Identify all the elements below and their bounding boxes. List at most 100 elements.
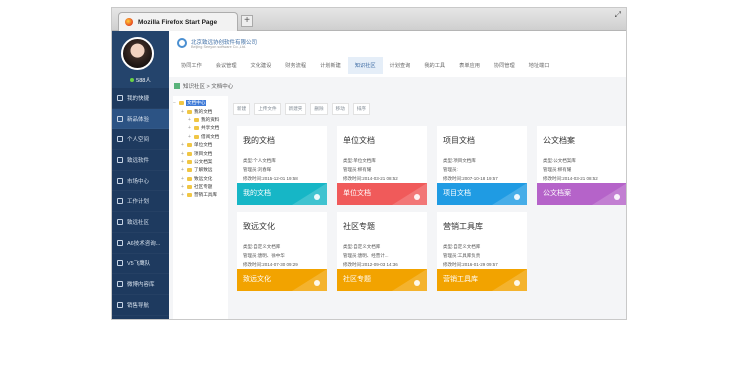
gear-icon[interactable] xyxy=(514,194,520,200)
gear-icon[interactable] xyxy=(614,194,620,200)
sidebar-item-label: 个人空间 xyxy=(127,137,150,144)
nav-tab[interactable]: 会议管理 xyxy=(209,57,244,74)
sidebar-item-label: A6技术咨询... xyxy=(127,240,161,247)
tree-node[interactable]: + 单位文档 xyxy=(173,141,228,149)
document-library-card[interactable]: 单位文档 类型:单位文档库 管理员:柳有耀 修改时间:2014-03-21 08… xyxy=(337,126,427,205)
tree-expand-icon[interactable]: + xyxy=(181,109,185,115)
home-icon[interactable] xyxy=(174,82,180,89)
card-type: 类型:自定义文档库 xyxy=(343,244,381,249)
nav-tab[interactable]: 我的工具 xyxy=(417,57,452,74)
card-ribbon-label: 我的文档 xyxy=(243,190,271,197)
document-library-card[interactable]: 社区专题 类型:自定义文档库 管理员:唐明、经营计... 修改时间:2012-0… xyxy=(337,212,427,291)
tree-expand-icon[interactable]: + xyxy=(188,134,192,140)
gear-icon[interactable] xyxy=(414,280,420,286)
sidebar-item[interactable]: 新品体验 xyxy=(112,108,169,130)
sidebar-item-label: 微博内容库 xyxy=(127,282,155,289)
sidebar-item[interactable]: 工作计划 xyxy=(112,191,169,212)
breadcrumb-text: 知识社区 > 文档中心 xyxy=(183,83,234,90)
card-type: 类型:单位文档库 xyxy=(343,158,376,163)
toolbar-button[interactable]: 排序 xyxy=(352,103,370,115)
sidebar-item-label: 致远软件 xyxy=(127,157,150,164)
sidebar-item-icon xyxy=(117,218,123,225)
card-modified: 修改时间:2014-07-30 09:29 xyxy=(243,262,298,267)
tree-expand-icon[interactable]: + xyxy=(188,117,192,123)
tree-expand-icon[interactable]: + xyxy=(181,142,185,148)
gear-icon[interactable] xyxy=(314,194,320,200)
sidebar-item-label: 新品体验 xyxy=(127,116,150,123)
tree-expand-icon[interactable]: + xyxy=(188,125,192,131)
card-modified: 修改时间:2012-09-03 14:36 xyxy=(343,262,398,267)
sidebar-item[interactable]: 致远软件 xyxy=(112,150,169,171)
new-tab-button[interactable]: + xyxy=(241,15,253,27)
tree-expand-icon[interactable]: + xyxy=(181,184,185,190)
tree-node[interactable]: + 我的资料 xyxy=(173,116,228,124)
tree-node[interactable]: − 文档中心 xyxy=(173,99,228,107)
sidebar-item-icon xyxy=(117,177,123,184)
sidebar-item[interactable]: 个人空间 xyxy=(112,129,169,150)
card-manager: 管理员:工具库负责 xyxy=(443,253,481,258)
sidebar-item[interactable]: 销售导航 xyxy=(112,295,169,316)
card-manager: 管理员: xyxy=(443,167,458,172)
nav-tab[interactable]: 计划新建 xyxy=(313,57,348,74)
tree-expand-icon[interactable]: + xyxy=(181,176,185,182)
document-library-card[interactable]: 项目文档 类型:项目文档库 管理员: 修改时间:2007-10-18 19:57… xyxy=(437,126,527,205)
tree-node[interactable]: + 营销工具库 xyxy=(173,191,228,199)
card-title: 我的文档 xyxy=(243,136,275,145)
tree-expand-icon[interactable]: + xyxy=(181,167,185,173)
user-name: 588人 xyxy=(136,78,151,84)
nav-tab[interactable]: 知识社区 xyxy=(347,57,383,74)
tree-node[interactable]: + 项目文档 xyxy=(173,149,228,157)
tree-node[interactable]: + 社区专题 xyxy=(173,183,228,191)
tree-node[interactable]: + 公文档案 xyxy=(173,158,228,166)
sidebar: 588人 我的快捷新品体验个人空间致远软件市场中心工作计划致远社区 A6技术咨询.… xyxy=(112,31,169,319)
sidebar-item[interactable]: V5飞鹰队 xyxy=(112,254,169,275)
gear-icon[interactable] xyxy=(314,280,320,286)
tree-node[interactable]: + 借阅文档 xyxy=(173,133,228,141)
tree-node[interactable]: + 致远文化 xyxy=(173,175,228,183)
sidebar-item[interactable]: A6技术咨询... xyxy=(112,233,169,254)
resize-icon[interactable]: ⤢ xyxy=(615,10,621,20)
card-type: 类型:项目文档库 xyxy=(443,158,476,163)
sidebar-item[interactable]: 市场中心 xyxy=(112,171,169,192)
toolbar-button[interactable]: 删除 xyxy=(310,103,328,115)
toolbar-button[interactable]: 新建 xyxy=(233,103,251,115)
toolbar-button[interactable]: 上传文件 xyxy=(254,103,281,115)
sidebar-item[interactable]: 微博内容库 xyxy=(112,274,169,295)
tree-node[interactable]: + 我的文档 xyxy=(173,107,228,115)
nav-tab[interactable]: 文化建设 xyxy=(244,57,279,74)
sidebar-item-label: 工作计划 xyxy=(127,199,150,206)
nav-tab[interactable]: 协同管理 xyxy=(487,57,522,74)
card-manager: 管理员:唐明、经营计... xyxy=(343,253,389,258)
document-library-card[interactable]: 我的文档 类型:个人文档库 管理员:刘春晖 修改时间:2015-12-01 19… xyxy=(237,126,327,205)
toolbar-button[interactable]: 移动 xyxy=(331,103,349,115)
gear-icon[interactable] xyxy=(514,280,520,286)
sidebar-item[interactable]: 致远社区 xyxy=(112,212,169,233)
nav-tab[interactable]: 表单应用 xyxy=(452,57,487,74)
nav-tab[interactable]: 地址端口 xyxy=(522,57,557,74)
folder-icon xyxy=(179,101,184,106)
folder-icon xyxy=(187,176,192,181)
folder-icon xyxy=(187,159,192,164)
card-modified: 修改时间:2015-12-01 19:58 xyxy=(243,176,298,181)
browser-window: Mozilla Firefox Start Page + ⤢ 588人 我的快捷… xyxy=(111,7,627,320)
sidebar-item-label: 销售导航 xyxy=(127,302,150,309)
tree-node-label: 公文档案 xyxy=(194,158,213,164)
toolbar-button[interactable]: 新建夹 xyxy=(284,103,307,115)
tree-expand-icon[interactable]: − xyxy=(173,100,177,106)
nav-tab[interactable]: 协同工作 xyxy=(174,57,209,74)
document-library-card[interactable]: 致远文化 类型:自定义文档库 管理员:唐明、徐中华 修改时间:2014-07-3… xyxy=(237,212,327,291)
avatar[interactable] xyxy=(121,37,154,70)
tree-node[interactable]: + 了解致远 xyxy=(173,166,228,174)
tree-node-label: 共享文档 xyxy=(201,125,220,131)
tree-expand-icon[interactable]: + xyxy=(181,192,185,198)
document-library-card[interactable]: 营销工具库 类型:自定义文档库 管理员:工具库负责 修改时间:2016-01-2… xyxy=(437,212,527,291)
browser-tab[interactable]: Mozilla Firefox Start Page xyxy=(118,12,238,31)
tree-node[interactable]: + 共享文档 xyxy=(173,124,228,132)
nav-tab[interactable]: 财务流程 xyxy=(278,57,313,74)
gear-icon[interactable] xyxy=(414,194,420,200)
tree-expand-icon[interactable]: + xyxy=(181,159,185,165)
sidebar-item[interactable]: 我的快捷 xyxy=(112,88,169,109)
tree-expand-icon[interactable]: + xyxy=(181,151,185,157)
document-library-card[interactable]: 公文档案 类型:公文档案库 管理员:柳有耀 修改时间:2014-03-21 08… xyxy=(537,126,626,205)
nav-tab[interactable]: 计划查询 xyxy=(383,57,418,74)
